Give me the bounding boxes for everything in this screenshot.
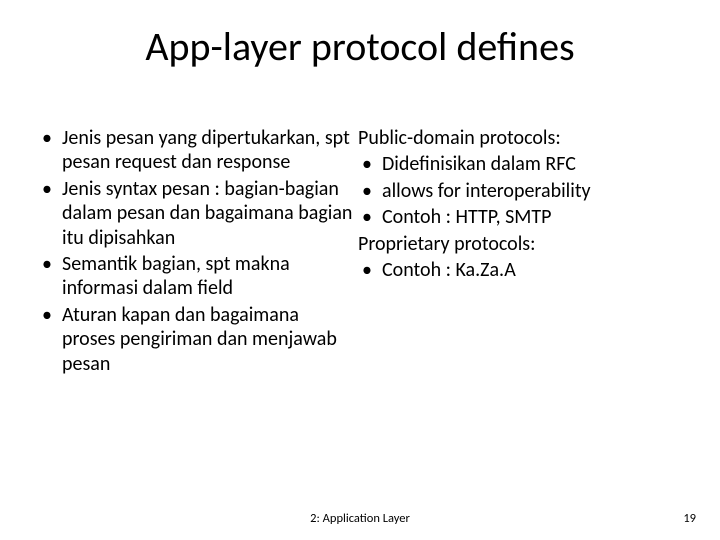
left-bullet-list: Jenis pesan yang dipertukarkan, spt pesa… bbox=[38, 126, 354, 376]
right-bullet-list-2: Contoh : Ka.Za.A bbox=[358, 258, 686, 282]
left-column: Jenis pesan yang dipertukarkan, spt pesa… bbox=[38, 126, 354, 378]
right-column: Public-domain protocols: Didefinisikan d… bbox=[358, 126, 686, 378]
list-item: Contoh : Ka.Za.A bbox=[378, 258, 686, 282]
list-item: Jenis syntax pesan : bagian-bagian dalam… bbox=[58, 177, 354, 250]
section-heading: Public-domain protocols: bbox=[358, 126, 686, 150]
list-item: Contoh : HTTP, SMTP bbox=[378, 205, 686, 229]
page-number: 19 bbox=[683, 511, 696, 526]
section-heading: Proprietary protocols: bbox=[358, 232, 686, 256]
content-columns: Jenis pesan yang dipertukarkan, spt pesa… bbox=[38, 126, 686, 378]
footer-center-text: 2: Application Layer bbox=[0, 511, 720, 526]
list-item: Didefinisikan dalam RFC bbox=[378, 152, 686, 176]
list-item: allows for interoperability bbox=[378, 179, 686, 203]
slide-title: App-layer protocol defines bbox=[0, 22, 720, 71]
list-item: Aturan kapan dan bagaimana proses pengir… bbox=[58, 303, 354, 376]
list-item: Jenis pesan yang dipertukarkan, spt pesa… bbox=[58, 126, 354, 175]
right-bullet-list-1: Didefinisikan dalam RFC allows for inter… bbox=[358, 152, 686, 229]
list-item: Semantik bagian, spt makna informasi dal… bbox=[58, 252, 354, 301]
slide: App-layer protocol defines Jenis pesan y… bbox=[0, 0, 720, 540]
